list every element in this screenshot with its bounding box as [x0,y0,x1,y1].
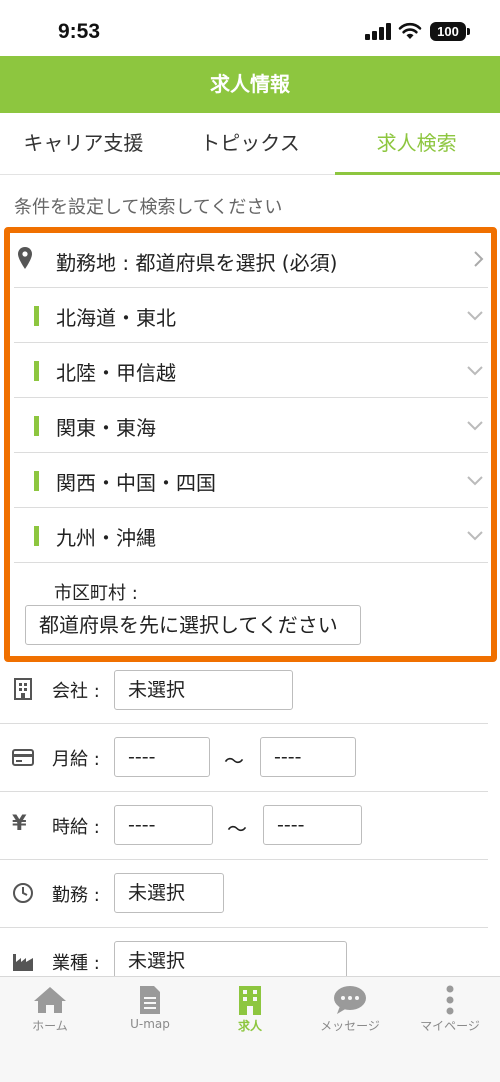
nav-label: メッセージ [320,1019,380,1033]
region-accent-bar [34,416,39,436]
tab-career-support[interactable]: キャリア支援 [0,113,167,174]
tab-topics[interactable]: トピックス [167,113,334,174]
industry-select[interactable]: 未選択 [114,941,347,981]
nav-messages[interactable]: メッセージ [300,985,400,1047]
location-select-row[interactable]: 勤務地 : 都道府県を選択 (必須) [14,233,488,288]
status-time: 9:53 [58,20,101,43]
city-label: 市区町村 : [54,583,138,604]
nav-label: マイページ [420,1019,480,1033]
region-label: 関西・中国・四国 [56,471,216,495]
region-accent-bar [34,471,39,491]
nav-jobs[interactable]: 求人 [200,985,300,1047]
clock-icon [13,883,33,903]
industry-label: 業種 : [52,953,100,974]
building-icon [14,678,32,700]
bottom-nav: ホーム U-map 求人 メッセージ マイページ [0,976,500,1082]
hourly-wage-max-select[interactable]: ---- [263,805,362,845]
region-row-kanto-tokai[interactable]: 関東・東海 [14,398,488,453]
home-icon [34,987,66,1013]
work-type-label: 勤務 : [52,885,100,906]
tab-job-search[interactable]: 求人検索 [333,113,500,175]
hourly-wage-label: 時給 : [52,817,100,838]
chevron-down-icon [467,366,483,376]
filter-row-monthly-salary: 月給 : ---- 〜 ---- [0,724,488,792]
region-accent-bar [34,306,39,326]
document-icon [140,986,160,1014]
nav-label: 求人 [237,1019,262,1033]
region-label: 関東・東海 [56,416,156,440]
region-accent-bar [34,526,39,546]
city-select[interactable]: 都道府県を先に選択してください [25,605,361,645]
yen-icon: ¥ [12,811,27,835]
company-label: 会社 : [52,681,100,702]
monthly-salary-label: 月給 : [52,749,100,770]
battery-icon: 100 [430,22,466,41]
status-bar: 9:53 100 [0,0,500,56]
tab-bar: キャリア支援 トピックス 求人検索 [0,113,500,175]
nav-label: ホーム [32,1019,68,1033]
chevron-down-icon [467,476,483,486]
credit-card-icon [12,749,34,766]
range-separator: 〜 [227,817,247,841]
chevron-right-icon [474,251,484,267]
range-separator: 〜 [224,749,244,773]
hourly-wage-min-select[interactable]: ---- [114,805,213,845]
monthly-salary-min-select[interactable]: ---- [114,737,210,777]
nav-umap[interactable]: U-map [100,985,200,1047]
location-label: 勤務地 : 都道府県を選択 (必須) [56,251,338,275]
battery-tip [467,28,470,35]
region-label: 北海道・東北 [56,306,176,330]
filter-row-hourly-wage: ¥ 時給 : ---- 〜 ---- [0,792,488,860]
chevron-down-icon [467,531,483,541]
location-section: 勤務地 : 都道府県を選択 (必須) 北海道・東北 北陸・甲信越 関東・東海 関… [4,227,497,662]
monthly-salary-max-select[interactable]: ---- [260,737,356,777]
region-row-hokkaido-tohoku[interactable]: 北海道・東北 [14,288,488,343]
search-hint: 条件を設定して検索してください [14,197,283,218]
chevron-down-icon [467,311,483,321]
location-pin-icon [18,247,32,269]
region-row-kyushu-okinawa[interactable]: 九州・沖縄 [14,508,488,563]
more-vertical-icon [446,985,454,1015]
page-title: 求人情報 [0,56,500,113]
chevron-down-icon [467,421,483,431]
filter-row-work-type: 勤務 : 未選択 [0,860,488,928]
region-label: 九州・沖縄 [56,526,156,550]
nav-label: U-map [130,1017,170,1031]
factory-icon [13,954,33,971]
filter-row-company: 会社 : 未選択 [0,656,488,724]
region-row-kansai-chugoku-shikoku[interactable]: 関西・中国・四国 [14,453,488,508]
building-icon [239,986,261,1015]
chat-icon [334,986,366,1014]
wifi-icon [398,22,422,39]
region-accent-bar [34,361,39,381]
region-row-hokuriku-koshinetsu[interactable]: 北陸・甲信越 [14,343,488,398]
nav-home[interactable]: ホーム [0,985,100,1047]
nav-mypage[interactable]: マイページ [400,985,500,1047]
signal-icon [365,23,391,40]
work-type-select[interactable]: 未選択 [114,873,224,913]
region-label: 北陸・甲信越 [56,361,176,385]
company-select[interactable]: 未選択 [114,670,293,710]
